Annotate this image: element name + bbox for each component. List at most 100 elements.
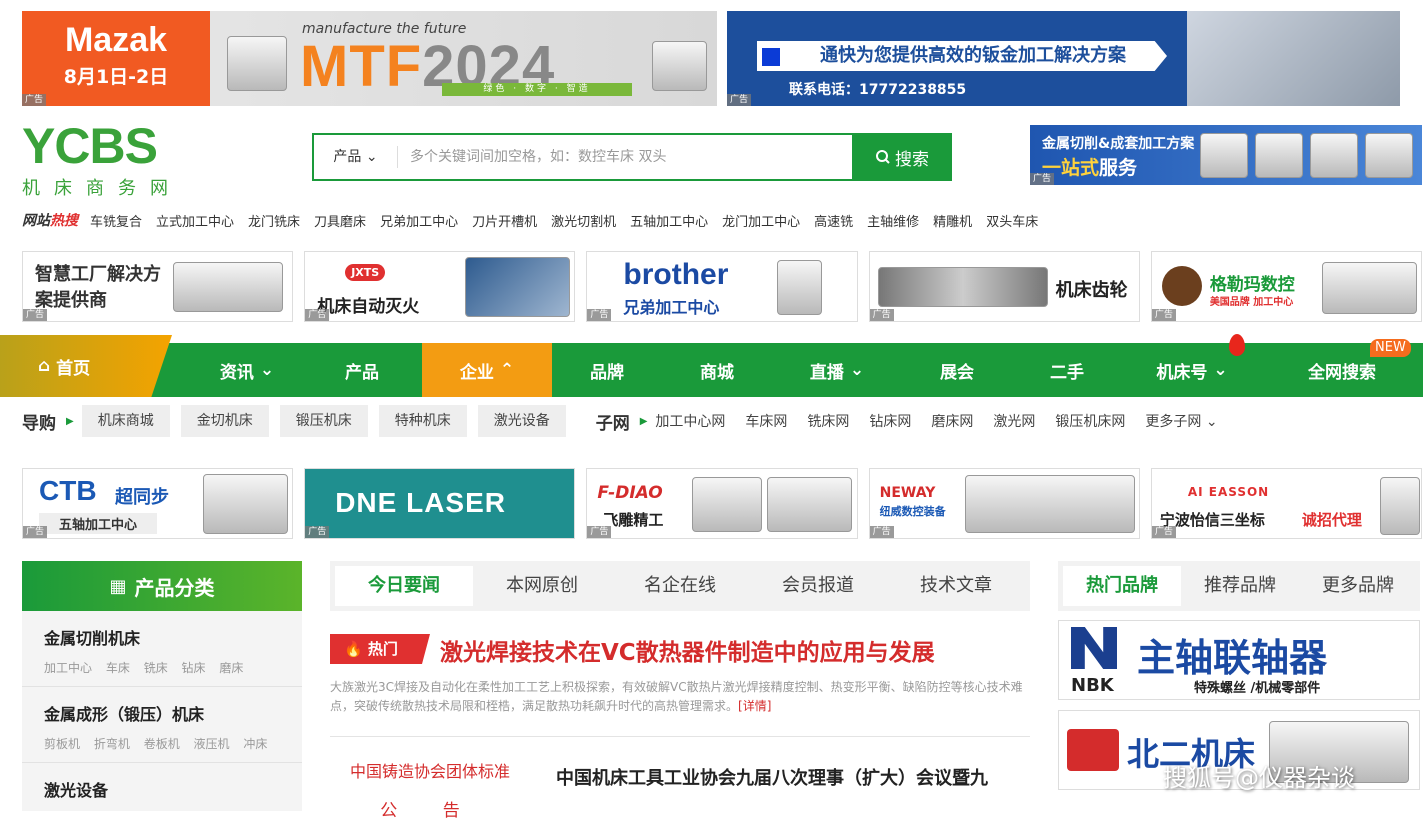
headline-link[interactable]: 激光焊接技术在VC散热器件制造中的应用与发展 (440, 633, 935, 667)
category-item-title[interactable]: 金属切削机床 (44, 625, 302, 649)
tab-famous-companies[interactable]: 名企在线 (611, 566, 749, 606)
tab-hot-brands[interactable]: 热门品牌 (1063, 566, 1181, 606)
second-headline-link[interactable]: 中国机床工具工业协会九届八次理事（扩大）会议暨九 (556, 764, 988, 790)
machine-image (173, 262, 283, 312)
dne-laser-ad[interactable]: DNE LASER 广告 (304, 468, 576, 539)
hot-search-link[interactable]: 立式加工中心 (156, 211, 234, 230)
notice-image[interactable]: 中国铸造协会团体标准 公 告 (330, 752, 530, 821)
tab-original[interactable]: 本网原创 (473, 566, 611, 606)
machine-image (1255, 133, 1303, 178)
site-logo[interactable]: YCBS 机床商务网 (22, 118, 212, 199)
category-sub-link[interactable]: 液压机 (194, 737, 230, 751)
more-subsites-label: 更多子网 (1145, 414, 1202, 430)
nav-item-news[interactable]: 资讯 ⌄ (192, 343, 302, 397)
nav-home-label: 首页 (56, 358, 91, 379)
category-sub-link[interactable]: 铣床 (144, 661, 168, 675)
nav-item-brands[interactable]: 品牌 (552, 343, 662, 397)
guide-pill[interactable]: 锻压机床 (279, 405, 368, 437)
hot-search-link[interactable]: 龙门铣床 (248, 211, 300, 230)
category-subs: 加工中心 车床 铣床 钻床 磨床 (44, 659, 302, 676)
fdiao-ad[interactable]: F-DIAO 飞雕精工 广告 (586, 468, 858, 539)
category-sub-link[interactable]: 折弯机 (94, 737, 130, 751)
category-item-title[interactable]: 金属成形（锻压）机床 (44, 701, 302, 725)
trumpf-banner-ad[interactable]: 通快为您提供高效的钣金加工解决方案 联系电话：17772238855 广告 (727, 11, 1400, 106)
subsite-link[interactable]: 车床网 (745, 411, 787, 431)
hot-search-link[interactable]: 龙门加工中心 (722, 211, 800, 230)
nav-item-secondhand[interactable]: 二手 (1012, 343, 1122, 397)
subsite-link[interactable]: 铣床网 (807, 411, 849, 431)
category-header: ▦ 产品分类 (22, 561, 302, 611)
search-button[interactable]: 搜索 (852, 133, 952, 181)
subsite-link[interactable]: 磨床网 (931, 411, 973, 431)
trumpf-phone: 联系电话：17772238855 (789, 82, 967, 98)
brother-ad[interactable]: brother 兄弟加工中心 广告 (586, 251, 858, 322)
guide-pill[interactable]: 特种机床 (378, 405, 467, 437)
ad-label: 广告 (587, 309, 612, 321)
gear-ad[interactable]: 机床齿轮 广告 (868, 251, 1140, 322)
hot-search-link[interactable]: 刀具磨床 (314, 211, 366, 230)
hot-search-link[interactable]: 刀片开槽机 (472, 211, 537, 230)
subsite-link[interactable]: 激光网 (993, 411, 1035, 431)
guide-pill[interactable]: 激光设备 (477, 405, 566, 437)
category-title: 产品分类 (134, 575, 215, 600)
category-sub-link[interactable]: 卷板机 (144, 737, 180, 751)
nav-home[interactable]: ⌂ 首页 (0, 335, 172, 397)
subsite-link[interactable]: 锻压机床网 (1055, 411, 1125, 431)
hot-search-link[interactable]: 激光切割机 (551, 211, 616, 230)
machine-image (227, 36, 287, 91)
glemma-ad[interactable]: 格勒玛数控 美国品牌 加工中心 广告 (1150, 251, 1423, 322)
machine-image (777, 260, 823, 315)
category-sub-link[interactable]: 磨床 (219, 661, 243, 675)
ad-text: 智慧工厂解决方案提供商 (35, 264, 161, 311)
ad-brand: AI EASSON (1187, 485, 1270, 499)
search-category-select[interactable]: 产品 ⌄ (314, 146, 398, 168)
search-input[interactable] (398, 149, 852, 165)
nav-label: 产品 (345, 362, 379, 383)
nbk-logo-icon (1071, 627, 1117, 669)
solution-ad[interactable]: 金属切削&成套加工方案 一站式服务 广告 (1030, 125, 1422, 185)
nav-item-mall[interactable]: 商城 (662, 343, 772, 397)
details-link[interactable]: [详情] (738, 699, 771, 713)
smart-factory-ad[interactable]: 智慧工厂解决方案提供商 广告 (22, 251, 294, 322)
category-item-title[interactable]: 激光设备 (44, 777, 302, 801)
easson-ad[interactable]: AI EASSON 宁波怡信三坐标 诚招代理 广告 (1150, 468, 1423, 539)
category-sub-link[interactable]: 冲床 (243, 737, 267, 751)
fire-suppression-ad[interactable]: JXTS 机床自动灭火 广告 (304, 251, 576, 322)
nav-item-live[interactable]: 直播 ⌄ (772, 343, 902, 397)
tab-recommended-brands[interactable]: 推荐品牌 (1181, 566, 1299, 606)
subsite-link[interactable]: 钻床网 (869, 411, 911, 431)
hot-search-link[interactable]: 精雕机 (933, 211, 972, 230)
gear-image (877, 267, 1048, 307)
category-sub-link[interactable]: 加工中心 (44, 661, 92, 675)
chevron-down-icon: ⌄ (259, 360, 275, 380)
beier-logo-icon (1067, 729, 1119, 771)
hot-search-link[interactable]: 兄弟加工中心 (380, 211, 458, 230)
tab-member-reports[interactable]: 会员报道 (749, 566, 887, 606)
hot-search-link[interactable]: 五轴加工中心 (630, 211, 708, 230)
nbk-brand-ad[interactable]: NBK 主轴联轴器 特殊螺丝 /机械零部件 (1058, 620, 1420, 700)
category-sub-link[interactable]: 剪板机 (44, 737, 80, 751)
tab-more-brands[interactable]: 更多品牌 (1299, 566, 1417, 606)
category-sub-link[interactable]: 车床 (106, 661, 130, 675)
nav-item-enterprise[interactable]: 企业 ⌃ (422, 343, 552, 397)
hot-search-link[interactable]: 车铣复合 (90, 211, 142, 230)
category-sub-link[interactable]: 钻床 (182, 661, 206, 675)
mtf-banner-ad[interactable]: Mazak 8月1日-2日 manufacture the future MTF… (22, 11, 717, 106)
ad-label: 广告 (869, 309, 894, 321)
subsite-link[interactable]: 加工中心网 (655, 411, 725, 431)
mazak-ad[interactable]: Mazak 8月1日-2日 (22, 11, 210, 106)
nav-item-products[interactable]: 产品 (302, 343, 422, 397)
more-subsites-link[interactable]: 更多子网 ⌄ (1145, 411, 1217, 431)
news-tabs: 今日要闻 本网原创 名企在线 会员报道 技术文章 (330, 561, 1030, 611)
tab-today-news[interactable]: 今日要闻 (335, 566, 473, 606)
logo-letters: YCBS (22, 118, 158, 174)
nav-item-expo[interactable]: 展会 (902, 343, 1012, 397)
guide-pill[interactable]: 机床商城 (81, 405, 170, 437)
hot-search-link[interactable]: 高速铣 (814, 211, 853, 230)
ctb-ad[interactable]: CTB 超同步 五轴加工中心 广告 (22, 468, 294, 539)
guide-pill[interactable]: 金切机床 (180, 405, 269, 437)
hot-search-link[interactable]: 主轴维修 (867, 211, 919, 230)
neway-ad[interactable]: NEWAY 纽威数控装备 广告 (868, 468, 1140, 539)
hot-search-link[interactable]: 双头车床 (986, 211, 1038, 230)
tab-tech-articles[interactable]: 技术文章 (887, 566, 1025, 606)
